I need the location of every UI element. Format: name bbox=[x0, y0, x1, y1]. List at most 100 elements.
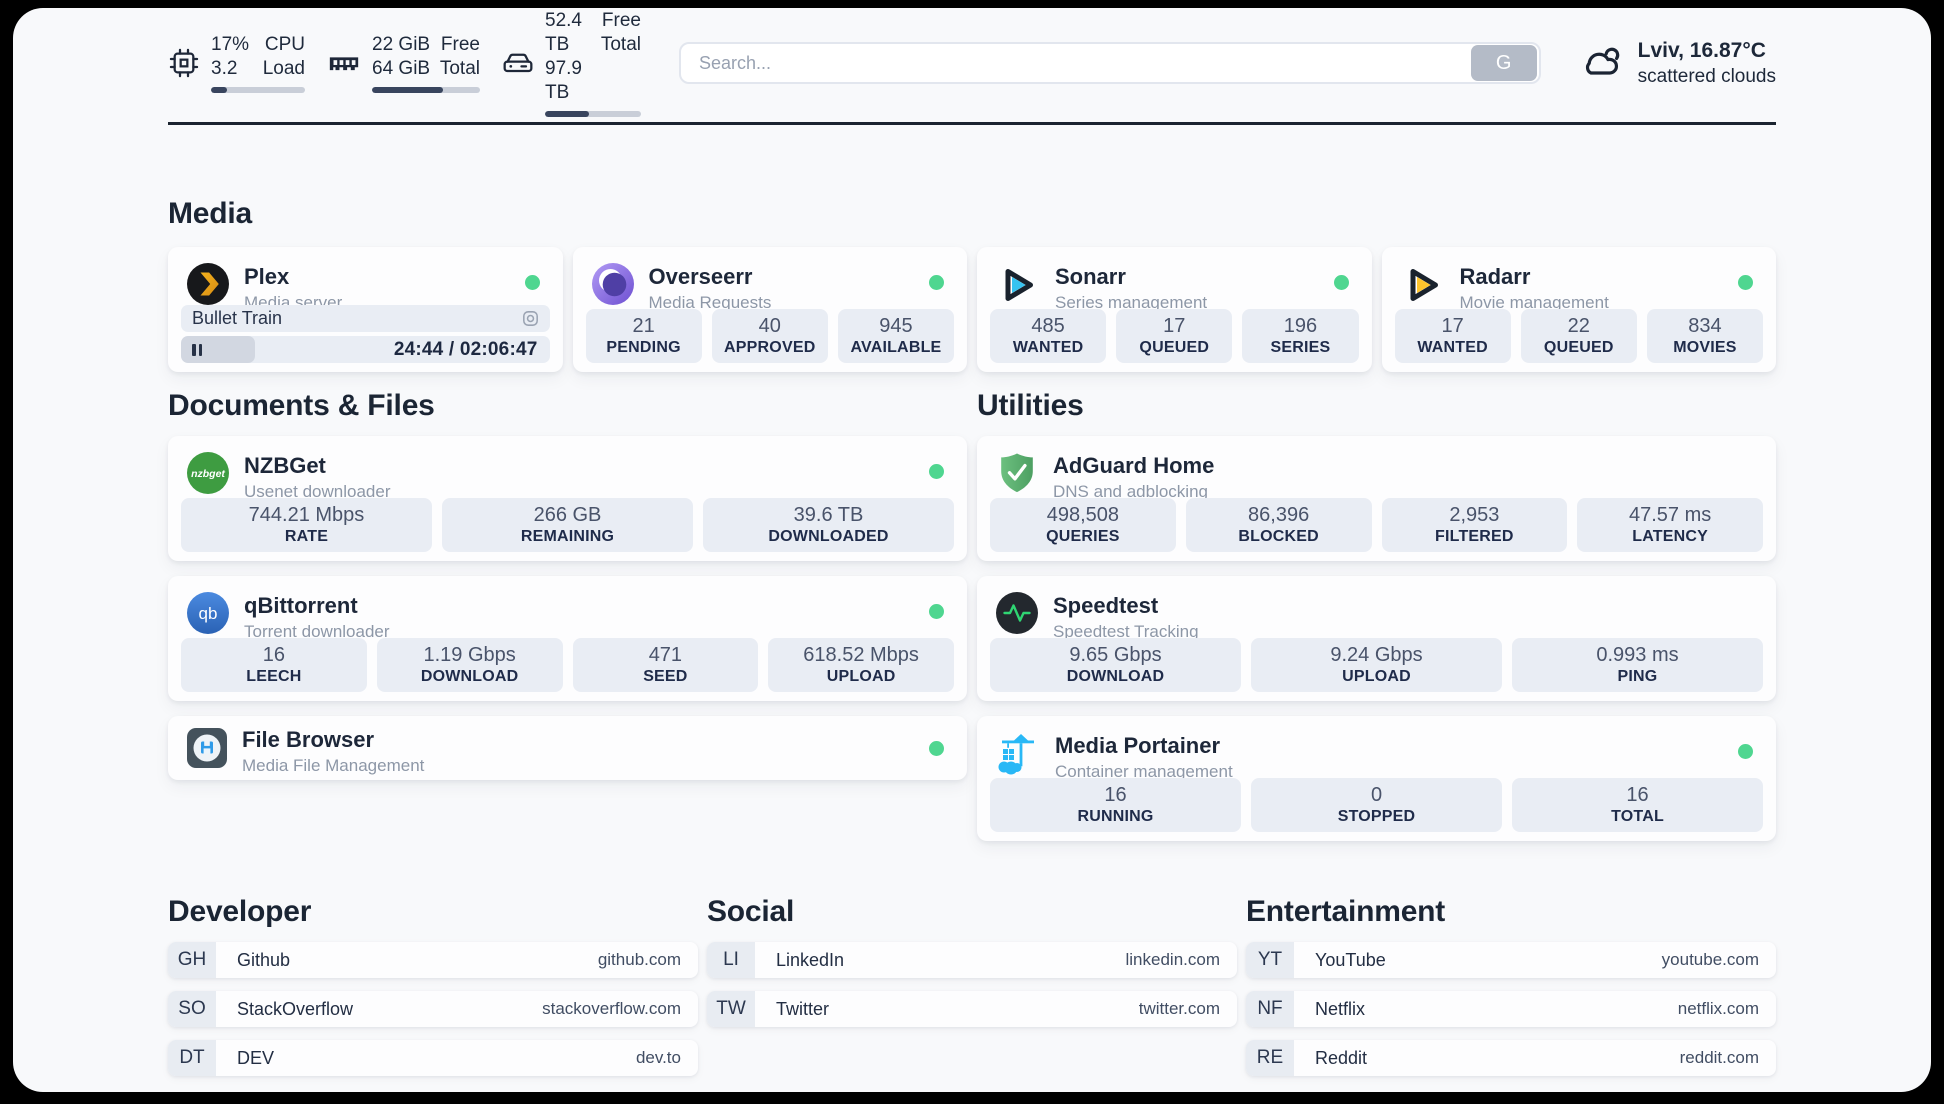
stat-queued: 22 QUEUED bbox=[1520, 309, 1637, 363]
stat-upload: 618.52 Mbps UPLOAD bbox=[768, 638, 954, 692]
bookmark-stackoverflow[interactable]: SO StackOverflow stackoverflow.com bbox=[168, 991, 698, 1027]
cpu-progress-bar bbox=[211, 87, 305, 93]
bookmark-url: linkedin.com bbox=[1125, 950, 1221, 969]
search-provider-button[interactable]: G bbox=[1470, 45, 1537, 81]
app-card-qbittorrent[interactable]: qb qBittorrent Torrent downloader 16 LEEC… bbox=[168, 576, 967, 701]
app-card-filebrowser[interactable]: File Browser Media File Management bbox=[168, 716, 967, 780]
disk-resource-widget: 52.4 TB 97.9 TB Free Total bbox=[502, 9, 641, 117]
app-card-speedtest[interactable]: Speedtest Speedtest Tracking 9.65 Gbps DO… bbox=[977, 576, 1776, 701]
radarr-icon bbox=[1400, 262, 1446, 308]
stat-upload: 9.24 Gbps UPLOAD bbox=[1251, 638, 1502, 692]
header-divider bbox=[168, 122, 1776, 125]
status-dot-online bbox=[1738, 744, 1753, 759]
app-card-radarr[interactable]: Radarr Movie management 17 WANTED 22 QUEUE… bbox=[1381, 247, 1776, 372]
cpu-resource-widget: 17% 3.2 CPU Load bbox=[168, 33, 305, 93]
bookmark-reddit[interactable]: RE Reddit reddit.com bbox=[1246, 1040, 1776, 1076]
search-input[interactable] bbox=[681, 52, 1471, 74]
app-title: Overseerr bbox=[648, 264, 753, 289]
memory-progress-bar bbox=[372, 87, 480, 93]
stat-running: 16 RUNNING bbox=[990, 778, 1241, 832]
bookmark-github[interactable]: GH Github github.com bbox=[168, 942, 698, 978]
disk-progress-bar bbox=[545, 111, 641, 117]
status-dot-online bbox=[929, 275, 944, 290]
bookmark-group-developer: Developer GH Github github.com SO StackO… bbox=[168, 895, 698, 1076]
stat-leech: 16 LEECH bbox=[181, 638, 367, 692]
utilities-column: Utilities AdGuard Home DNS and adblockin… bbox=[977, 389, 1776, 841]
media-grid: Plex Media server Bullet Train 24:44 / 0… bbox=[168, 247, 1776, 372]
memory-resource-widget: 22 GiB 64 GiB Free Total bbox=[327, 33, 480, 93]
status-dot-online bbox=[929, 464, 944, 479]
svg-text:nzbget: nzbget bbox=[191, 468, 225, 480]
bookmark-netflix[interactable]: NF Netflix netflix.com bbox=[1246, 991, 1776, 1027]
bookmark-name: Github bbox=[237, 949, 291, 970]
top-bar: 17% 3.2 CPU Load 22 GiB 64 GiB Free Tota… bbox=[168, 10, 1776, 117]
bookmark-abbr: DT bbox=[168, 1040, 216, 1076]
stat-approved: 40 APPROVED bbox=[711, 309, 828, 363]
plex-now-playing: Bullet Train 24:44 / 02:06:47 bbox=[181, 305, 550, 363]
bookmark-abbr: NF bbox=[1246, 991, 1294, 1027]
dashboard-panel: 17% 3.2 CPU Load 22 GiB 64 GiB Free Tota… bbox=[13, 8, 1931, 1092]
app-card-adguard[interactable]: AdGuard Home DNS and adblocking 498,508 Q… bbox=[977, 436, 1776, 561]
app-title: Sonarr bbox=[1055, 264, 1126, 289]
overseerr-icon bbox=[591, 262, 635, 306]
stat-series: 196 SERIES bbox=[1242, 309, 1359, 363]
bookmark-twitter[interactable]: TW Twitter twitter.com bbox=[707, 991, 1237, 1027]
app-card-nzbget[interactable]: nzbget NZBGet Usenet downloader 744.21 M… bbox=[168, 436, 967, 561]
now-playing-title: Bullet Train bbox=[192, 308, 283, 328]
view-icon[interactable] bbox=[520, 308, 541, 329]
nzbget-icon: nzbget bbox=[186, 451, 230, 495]
bookmark-youtube[interactable]: YT YouTube youtube.com bbox=[1246, 942, 1776, 978]
stat-ping: 0.993 ms PING bbox=[1512, 638, 1763, 692]
stat-pending: 21 PENDING bbox=[585, 309, 702, 363]
bookmark-url: stackoverflow.com bbox=[542, 999, 681, 1018]
playback-time: 24:44 / 02:06:47 bbox=[393, 338, 538, 360]
bookmark-abbr: GH bbox=[168, 942, 216, 978]
bookmark-abbr: YT bbox=[1246, 942, 1294, 978]
stat-rate: 744.21 Mbps RATE bbox=[181, 498, 432, 552]
bookmark-group-entertainment: Entertainment YT YouTube youtube.com NF … bbox=[1246, 895, 1776, 1076]
stat-filtered: 2,953 FILTERED bbox=[1381, 498, 1568, 552]
stat-queries: 498,508 QUERIES bbox=[990, 498, 1176, 552]
weather-location-temp: Lviv, 16.87°C bbox=[1637, 38, 1766, 62]
stat-latency: 47.57 ms LATENCY bbox=[1577, 498, 1763, 552]
memory-values: 22 GiB 64 GiB bbox=[372, 34, 431, 79]
bookmark-linkedin[interactable]: LI LinkedIn linkedin.com bbox=[707, 942, 1237, 978]
app-title: Media Portainer bbox=[1055, 733, 1221, 758]
bookmark-url: dev.to bbox=[635, 1048, 681, 1067]
section-title-documents: Documents & Files bbox=[168, 389, 435, 422]
section-title-media: Media bbox=[168, 197, 253, 230]
stat-available: 945 AVAILABLE bbox=[837, 309, 955, 363]
stat-queued: 17 QUEUED bbox=[1116, 309, 1233, 363]
memory-icon bbox=[327, 46, 361, 80]
app-card-portainer[interactable]: Media Portainer Container management 16 R… bbox=[977, 716, 1776, 841]
app-title: qBittorrent bbox=[244, 593, 358, 618]
stat-seed: 471 SEED bbox=[572, 638, 759, 692]
app-desc: Media File Management bbox=[242, 756, 425, 775]
bookmark-url: twitter.com bbox=[1138, 999, 1220, 1018]
section-title-utilities: Utilities bbox=[977, 389, 1084, 422]
app-card-sonarr[interactable]: Sonarr Series management 485 WANTED 17 QUE… bbox=[977, 247, 1372, 372]
disk-icon bbox=[502, 47, 534, 79]
sonarr-icon bbox=[995, 262, 1041, 308]
cloud-icon bbox=[1577, 37, 1625, 90]
app-title: Radarr bbox=[1459, 264, 1531, 289]
plex-icon bbox=[186, 262, 230, 306]
portainer-icon bbox=[995, 731, 1041, 777]
bookmark-name: YouTube bbox=[1315, 949, 1386, 970]
app-title: AdGuard Home bbox=[1053, 453, 1215, 478]
svg-text:qb: qb bbox=[199, 604, 218, 623]
stat-total: 16 TOTAL bbox=[1512, 778, 1763, 832]
app-card-plex[interactable]: Plex Media server Bullet Train 24:44 / 0… bbox=[168, 247, 563, 372]
cpu-values: 17% 3.2 bbox=[211, 34, 250, 79]
cpu-labels: CPU Load bbox=[262, 34, 305, 79]
app-card-overseerr[interactable]: Overseerr Media Requests 21 PENDING 40 APP… bbox=[572, 247, 967, 372]
cpu-icon bbox=[168, 47, 200, 79]
section-title-social: Social bbox=[707, 895, 795, 928]
bookmark-name: Twitter bbox=[776, 998, 830, 1019]
section-title-developer: Developer bbox=[168, 895, 312, 928]
stat-downloaded: 39.6 TB DOWNLOADED bbox=[703, 498, 954, 552]
bookmark-abbr: TW bbox=[707, 991, 755, 1027]
stat-wanted: 485 WANTED bbox=[990, 309, 1107, 363]
bookmark-dev[interactable]: DT DEV dev.to bbox=[168, 1040, 698, 1076]
bookmark-url: github.com bbox=[597, 950, 681, 969]
